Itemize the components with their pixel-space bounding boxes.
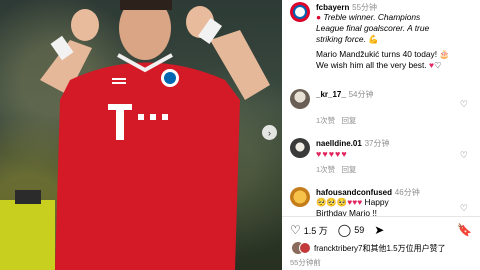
- comment-time: 37分钟: [364, 139, 390, 148]
- post-image: ›: [0, 0, 282, 270]
- post-actions-bar: ♡ 1.5 万 ◯ 59 ➤ 🔖: [290, 222, 472, 238]
- caption-line: striking force.: [316, 34, 366, 44]
- comment-meta: 1次赞 回复: [316, 164, 472, 175]
- reply-link[interactable]: 回复: [341, 165, 356, 174]
- comment-text-happy: Happy: [364, 197, 389, 207]
- comment-likes[interactable]: 1次赞: [316, 165, 335, 174]
- heart-icon[interactable]: ♡: [460, 150, 468, 161]
- comment-likes[interactable]: 1次赞: [316, 116, 335, 125]
- comment-header: naelldine.01 37分钟: [316, 138, 472, 149]
- white-heart-icon: ♡: [433, 60, 442, 70]
- caption-line: Treble winner. Champions: [323, 12, 421, 22]
- next-image-button[interactable]: ›: [262, 125, 277, 140]
- player-photo: [0, 0, 270, 270]
- caption-text: ● Treble winner. Champions League final …: [316, 12, 472, 71]
- author-avatar[interactable]: [290, 2, 310, 22]
- bookmark-icon[interactable]: 🔖: [457, 223, 472, 237]
- comment-username[interactable]: _kr_17_: [316, 90, 346, 99]
- share-action[interactable]: ➤: [374, 223, 387, 237]
- bayern-logo-icon: [293, 5, 307, 19]
- caption-line: We wish him all the very best.: [316, 60, 427, 70]
- heart-icon[interactable]: ♡: [460, 203, 468, 214]
- comments-count: 59: [354, 225, 365, 235]
- comment-username[interactable]: naelldine.01: [316, 139, 362, 148]
- comment-meta: 1次赞 回复: [316, 115, 472, 126]
- comment-action[interactable]: ◯ 59: [338, 223, 364, 237]
- red-circle-icon: ●: [316, 12, 322, 22]
- like-action[interactable]: ♡ 1.5 万: [290, 223, 328, 237]
- caption-line: League final goalscorer. A true: [316, 23, 430, 33]
- send-icon[interactable]: ➤: [374, 223, 384, 237]
- comment-text-birthday: Birthday Mario !!: [316, 208, 377, 216]
- comment-header: _kr_17_ 54分钟: [316, 89, 472, 100]
- commenter-avatar[interactable]: [290, 89, 310, 109]
- divider: [282, 216, 480, 217]
- comment-text: 🥺🥺🥺♥♥♥ Happy: [316, 197, 472, 208]
- likes-count: 1.5 万: [303, 225, 328, 236]
- muscle-emoji-icon: 💪: [368, 34, 379, 44]
- author-username[interactable]: fcbayern: [316, 3, 349, 12]
- comment-username[interactable]: hafousandconfused: [316, 188, 392, 197]
- cake-emoji-icon: 🎂: [439, 49, 450, 59]
- commenter-avatar[interactable]: [290, 138, 310, 158]
- comment-time: 46分钟: [394, 188, 420, 197]
- comment-emoji-line: 🥺🥺🥺♥♥♥: [316, 197, 363, 207]
- comment-time: 54分钟: [348, 90, 374, 99]
- post-side-panel: fcbayern 55分钟 ● Treble winner. Champions…: [282, 0, 480, 270]
- heart-icon[interactable]: ♡: [460, 99, 468, 110]
- post-timestamp: 55分钟前: [290, 258, 321, 267]
- post-time: 55分钟: [352, 3, 378, 12]
- comment-icon[interactable]: ◯: [338, 223, 351, 237]
- reply-link[interactable]: 回复: [341, 116, 356, 125]
- caption-line: Mario Mandžukić turns 40 today!: [316, 49, 438, 59]
- liked-by-text[interactable]: francktribery7和其他1.5万位用户赞了: [314, 243, 472, 254]
- comment-text-cut: Birthday Mario !!: [316, 208, 472, 216]
- chevron-right-icon: ›: [268, 127, 271, 138]
- liker-avatar: [299, 242, 311, 254]
- comment-text: ♥♥♥♥♥: [316, 149, 348, 159]
- commenter-avatar[interactable]: [290, 187, 310, 207]
- heart-icon[interactable]: ♡: [290, 223, 301, 237]
